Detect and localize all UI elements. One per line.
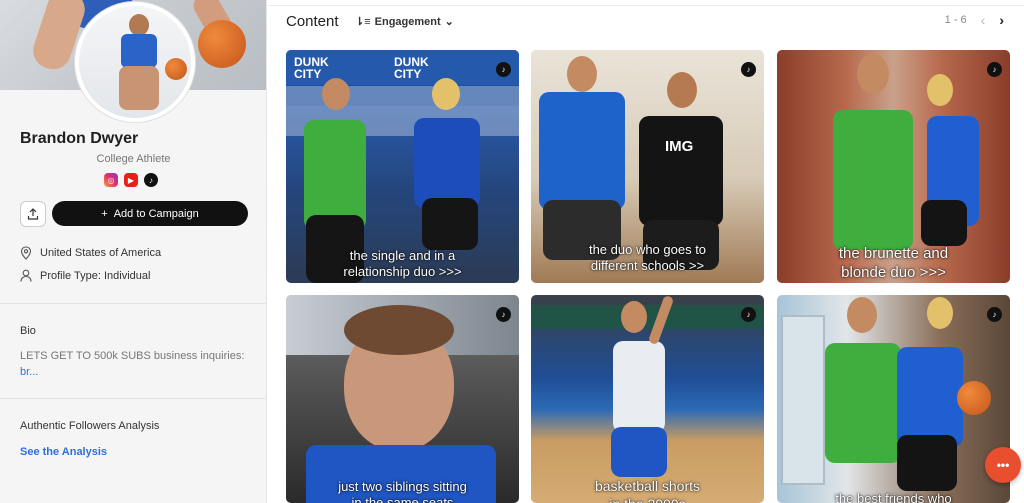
post-caption: basketball shorts in the 2000s (531, 477, 764, 503)
post-tile[interactable]: ♪ basketball shorts in the 2000s (531, 295, 764, 503)
banner-text: DUNK CITY (294, 55, 329, 81)
location-text: United States of America (40, 247, 162, 259)
profile-name: Brandon Dwyer (20, 130, 139, 147)
pagination: 1 - 6 ‹ › (945, 12, 1004, 28)
profile-role: College Athlete (96, 153, 171, 165)
shirt-text: IMG (665, 138, 694, 155)
caption-line: in the same seats (351, 495, 454, 503)
banner-text: DUNK CITY (394, 55, 429, 81)
caption-line: basketball shorts (594, 478, 701, 494)
share-button[interactable] (20, 201, 46, 227)
sort-label: Engagement (374, 15, 441, 28)
post-tile[interactable]: DUNK CITY DUNK CITY ♪ the single and in … (286, 50, 519, 283)
caption-line: blonde duo >>> (841, 264, 946, 281)
avatar (75, 2, 195, 122)
caption-line: the best friends who (835, 491, 952, 503)
tiktok-icon: ♪ (496, 307, 511, 322)
bio-title: Bio (20, 325, 36, 337)
bio-more-link[interactable]: br... (20, 366, 38, 378)
caption-line: just two siblings sitting (338, 479, 467, 494)
caption-line: the brunette and (838, 245, 949, 262)
divider (0, 398, 266, 399)
tiktok-icon: ♪ (496, 62, 511, 77)
post-tile[interactable]: ♪ the brunette and blonde duo >>> (777, 50, 1010, 283)
caption-line: the single and in a (349, 248, 456, 263)
page-range: 1 - 6 (944, 14, 967, 26)
instagram-icon[interactable]: ◎ (104, 173, 118, 187)
chat-bubble-icon: ••• (996, 458, 1010, 472)
post-caption: the duo who goes to different schools >> (531, 242, 764, 274)
bio-content: LETS GET TO 500k SUBS business inquiries… (20, 350, 245, 362)
tiktok-icon: ♪ (741, 307, 756, 322)
content-panel: Content ⇂≡ Engagement ⌄ 1 - 6 ‹ › DUNK C… (267, 0, 1024, 503)
divider (0, 303, 266, 304)
post-caption: the single and in a relationship duo >>> (286, 248, 519, 280)
see-analysis-link[interactable]: See the Analysis (20, 446, 107, 458)
post-caption: just two siblings sitting in the same se… (286, 479, 519, 503)
upload-icon (27, 208, 39, 220)
chevron-down-icon: ⌄ (444, 16, 454, 28)
caption-line: in the 2000s (531, 495, 764, 503)
next-page-button[interactable]: › (999, 12, 1004, 28)
tiktok-icon[interactable]: ♪ (144, 173, 158, 187)
location-pin-icon (20, 246, 32, 260)
tiktok-icon: ♪ (987, 307, 1002, 322)
caption-line: the duo who goes to (588, 242, 707, 257)
add-to-campaign-button[interactable]: + Add to Campaign (52, 201, 248, 226)
sort-dropdown[interactable]: ⇂≡ Engagement ⌄ (355, 15, 454, 29)
caption-line: relationship duo >>> (343, 264, 462, 279)
bio-text: LETS GET TO 500k SUBS business inquiries… (20, 348, 260, 380)
page: Brandon Dwyer College Athlete ◎ ▶ ♪ + Ad… (0, 0, 1024, 503)
caption-line: different schools >> (590, 258, 705, 273)
post-caption: the brunette and blonde duo >>> (777, 244, 1010, 282)
youtube-icon[interactable]: ▶ (124, 173, 138, 187)
post-tile[interactable]: ♪ just two siblings sitting in the same … (286, 295, 519, 503)
tiktok-icon: ♪ (741, 62, 756, 77)
plus-icon: + (101, 207, 108, 220)
content-title: Content (286, 13, 339, 30)
sort-icon: ⇂≡ (355, 16, 371, 28)
location-row: United States of America (20, 246, 161, 260)
post-tile[interactable]: ♪ the best friends who (777, 295, 1010, 503)
profile-sidebar: Brandon Dwyer College Athlete ◎ ▶ ♪ + Ad… (0, 0, 267, 503)
authentic-followers-title: Authentic Followers Analysis (20, 420, 160, 432)
post-caption: the best friends who (777, 491, 1010, 503)
user-icon (20, 269, 32, 282)
tiktok-icon: ♪ (987, 62, 1002, 77)
profile-type-row: Profile Type: Individual (20, 269, 150, 282)
profile-type-text: Profile Type: Individual (40, 269, 151, 282)
add-to-campaign-label: Add to Campaign (113, 207, 199, 220)
chat-support-button[interactable]: ••• (985, 447, 1021, 483)
prev-page-button[interactable]: ‹ (981, 12, 986, 28)
social-links: ◎ ▶ ♪ (104, 173, 158, 187)
post-tile[interactable]: IMG ♪ the duo who goes to different scho… (531, 50, 764, 283)
